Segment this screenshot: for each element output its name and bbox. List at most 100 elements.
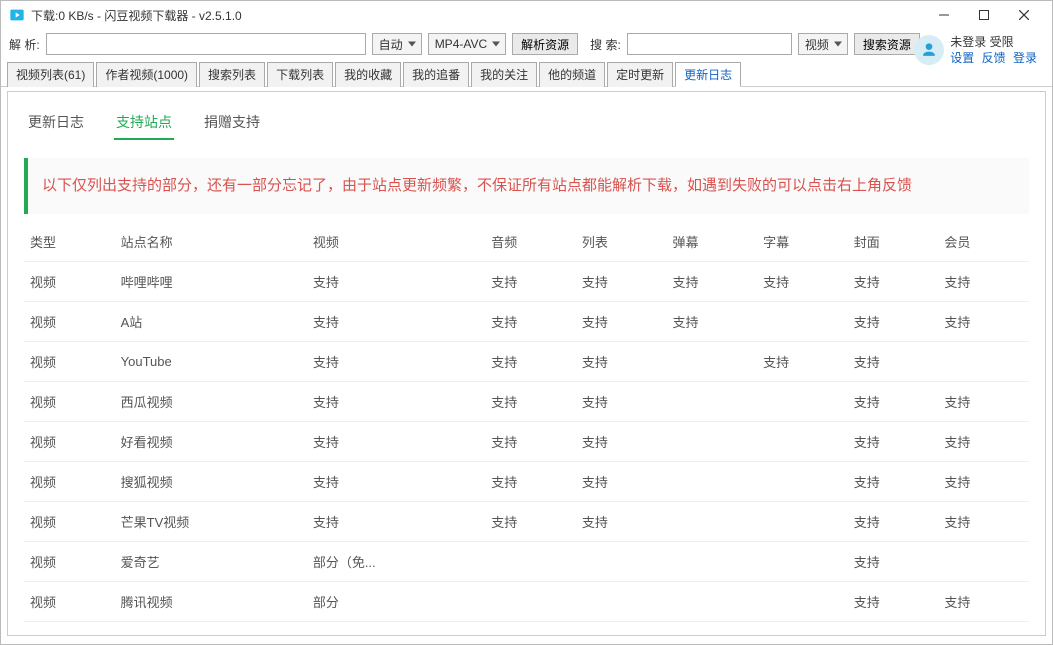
table-cell: 支持: [485, 502, 576, 542]
table-cell: 支持: [485, 462, 576, 502]
maximize-button[interactable]: [964, 3, 1004, 27]
table-cell: [938, 342, 1029, 382]
auto-select[interactable]: 自动: [372, 33, 422, 55]
table-cell: 支持: [576, 422, 667, 462]
main-tab[interactable]: 我的关注: [471, 62, 537, 87]
inner-tabstrip: 更新日志支持站点捐赠支持: [8, 92, 1045, 140]
main-tabstrip: 视频列表(61)作者视频(1000)搜索列表下载列表我的收藏我的追番我的关注他的…: [1, 61, 1052, 87]
table-cell: [757, 302, 848, 342]
table-cell: 支持: [485, 262, 576, 302]
search-button[interactable]: 搜索资源: [854, 33, 920, 55]
main-tab[interactable]: 视频列表(61): [7, 62, 94, 87]
login-status: 未登录 受限: [950, 34, 1041, 50]
table-cell: 爱奇艺: [115, 542, 307, 582]
feedback-link[interactable]: 反馈: [982, 51, 1006, 65]
table-header: 会员: [938, 222, 1029, 262]
login-link[interactable]: 登录: [1013, 51, 1037, 65]
main-tab[interactable]: 他的频道: [539, 62, 605, 87]
toolbar: 解 析: 自动 MP4-AVC 解析资源 搜 索: 视频 搜索资源: [1, 29, 1052, 59]
parse-label: 解 析:: [9, 36, 40, 53]
table-cell: [757, 462, 848, 502]
table-cell: [666, 542, 757, 582]
search-input[interactable]: [627, 33, 792, 55]
table-cell: 支持: [485, 302, 576, 342]
table-cell: [757, 502, 848, 542]
table-cell: [757, 622, 848, 637]
table-cell: 部分: [307, 582, 485, 622]
table-cell: 视频: [24, 582, 115, 622]
table-cell: [576, 622, 667, 637]
notice-banner: 以下仅列出支持的部分，还有一部分忘记了，由于站点更新频繁，不保证所有站点都能解析…: [24, 158, 1029, 214]
table-cell: 支持: [576, 262, 667, 302]
table-cell: 支持: [307, 302, 485, 342]
table-cell: 支持: [576, 302, 667, 342]
table-cell: 支持: [938, 302, 1029, 342]
minimize-button[interactable]: [924, 3, 964, 27]
table-header: 弹幕: [666, 222, 757, 262]
table-row: 视频好看视频支持支持支持支持支持: [24, 422, 1029, 462]
table-cell: 支持: [848, 502, 939, 542]
table-cell: 支持: [848, 542, 939, 582]
table-cell: 支持: [848, 302, 939, 342]
avatar[interactable]: [914, 35, 944, 65]
support-table: 类型站点名称视频音频列表弹幕字幕封面会员 视频哔哩哔哩支持支持支持支持支持支持支…: [24, 222, 1029, 636]
table-row: 视频YouTube支持支持支持支持支持: [24, 342, 1029, 382]
table-cell: [666, 582, 757, 622]
table-cell: 支持: [848, 622, 939, 637]
table-cell: 视频: [24, 502, 115, 542]
table-cell: 支持: [848, 262, 939, 302]
main-tab[interactable]: 更新日志: [675, 62, 741, 87]
table-cell: [576, 542, 667, 582]
table-cell: [757, 422, 848, 462]
inner-tab[interactable]: 更新日志: [26, 106, 86, 140]
table-row: 视频A站支持支持支持支持支持支持: [24, 302, 1029, 342]
table-cell: 视频: [24, 342, 115, 382]
table-cell: [666, 502, 757, 542]
table-cell: 部分: [485, 622, 576, 637]
table-cell: 视频: [24, 542, 115, 582]
table-cell: 支持: [485, 342, 576, 382]
parse-input[interactable]: [46, 33, 366, 55]
table-cell: 支持: [307, 462, 485, 502]
table-cell: 视频: [24, 382, 115, 422]
table-row: 视频腾讯视频部分 支持支持: [24, 582, 1029, 622]
settings-link[interactable]: 设置: [950, 51, 974, 65]
main-tab[interactable]: 作者视频(1000): [96, 62, 197, 87]
main-tab[interactable]: 我的收藏: [335, 62, 401, 87]
table-cell: [757, 582, 848, 622]
table-cell: [666, 382, 757, 422]
table-cell: 支持: [938, 582, 1029, 622]
table-cell: 支持: [757, 262, 848, 302]
table-header: 封面: [848, 222, 939, 262]
app-icon: [9, 7, 25, 23]
inner-tab[interactable]: 支持站点: [114, 106, 174, 140]
main-tab[interactable]: 我的追番: [403, 62, 469, 87]
table-cell: 视频: [24, 262, 115, 302]
parse-button[interactable]: 解析资源: [512, 33, 578, 55]
inner-tab[interactable]: 捐赠支持: [202, 106, 262, 140]
table-cell: [666, 422, 757, 462]
search-type-select[interactable]: 视频: [798, 33, 848, 55]
table-row: 视频哔哩哔哩支持支持支持支持支持支持支持: [24, 262, 1029, 302]
table-row: 视频西瓜视频支持支持支持支持支持: [24, 382, 1029, 422]
table-cell: 腾讯视频: [115, 582, 307, 622]
table-cell: 西瓜视频: [115, 382, 307, 422]
main-tab[interactable]: 下载列表: [267, 62, 333, 87]
table-cell: [938, 542, 1029, 582]
table-cell: 支持: [848, 422, 939, 462]
table-cell: 支持: [485, 382, 576, 422]
window-title: 下载:0 KB/s - 闪豆视频下载器 - v2.5.1.0: [31, 7, 924, 24]
table-cell: 支持: [576, 382, 667, 422]
table-cell: 支持: [666, 302, 757, 342]
table-cell: 优酷视频: [115, 622, 307, 637]
format-select[interactable]: MP4-AVC: [428, 33, 506, 55]
main-tab[interactable]: 定时更新: [607, 62, 673, 87]
table-header: 类型: [24, 222, 115, 262]
table-cell: 支持: [938, 382, 1029, 422]
table-cell: [485, 582, 576, 622]
close-button[interactable]: [1004, 3, 1044, 27]
table-cell: 部分（免...: [307, 542, 485, 582]
main-tab[interactable]: 搜索列表: [199, 62, 265, 87]
table-cell: 支持: [848, 582, 939, 622]
table-cell: 支持: [576, 342, 667, 382]
